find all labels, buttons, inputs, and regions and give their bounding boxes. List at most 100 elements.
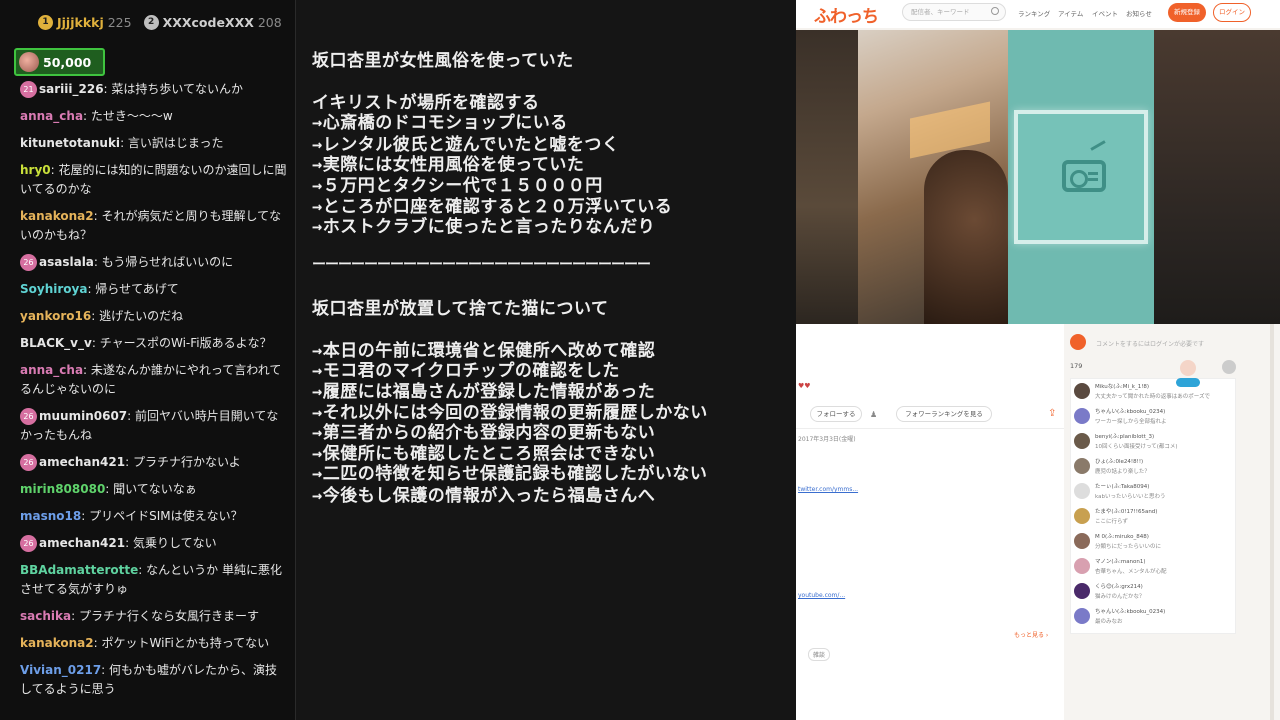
memo-line: 坂口杏里が女性風俗を使っていた [312, 51, 574, 71]
avatar[interactable] [1074, 433, 1090, 449]
leader-1[interactable]: 1 Jjjjkkkj 225 [38, 14, 132, 30]
chat-username[interactable]: hry0 [20, 163, 51, 177]
nav-news[interactable]: お知らせ [1126, 8, 1152, 18]
radio-icon [1062, 160, 1106, 192]
search-input[interactable]: 配信者、キーワード [902, 3, 1006, 21]
comment-username[interactable]: M 0(ふ:miruko_848) [1095, 532, 1149, 540]
chat-username[interactable]: kanakona2 [20, 209, 94, 223]
site-header: ふわっち 配信者、キーワード ランキング アイテム イベント お知らせ 新規登録… [796, 0, 1280, 28]
nav-items[interactable]: アイテム [1058, 8, 1083, 18]
chat-messages: 21 sariii_226: 菜は持ち歩いてないんか anna_cha: たせき〜〜… [0, 80, 295, 707]
comment-username[interactable]: ちゃんい(ふ:kbooku_0234) [1095, 607, 1165, 615]
comment-text: 分類ちにだったらいいのに [1095, 544, 1162, 550]
comment-username[interactable]: たーぃ(ふ:Taka8094) [1095, 482, 1149, 490]
follow-label: フォローする [816, 410, 856, 418]
chat-message: yankoro16: 逃げたいのだね [20, 307, 288, 326]
comment-username[interactable]: ちゃんい(ふ:kbooku_0234) [1095, 407, 1165, 415]
avatar[interactable] [1074, 558, 1090, 574]
comment-list[interactable]: Mikuな(ふ:Mi_k_1!8) 大丈夫かって聞かれた時の返事はあのポーズで ちゃ… [1070, 378, 1236, 634]
comment-item: たーぃ(ふ:Taka8094) kabいったいらいいと思わう [1071, 479, 1237, 504]
chat-username[interactable]: sachika [20, 609, 71, 623]
chat-username[interactable]: anna_cha [20, 109, 83, 123]
chat-username[interactable]: muumin0607 [39, 409, 127, 423]
hearts-icon: ♥♥ [798, 382, 811, 390]
scrollbar[interactable] [1270, 324, 1274, 720]
chat-message: 26 amechan421: プラチナ行かないよ [20, 453, 288, 472]
chat-username[interactable]: yankoro16 [20, 309, 91, 323]
radio-antenna [1090, 140, 1106, 151]
chat-username[interactable]: BBAdamatterotte [20, 563, 138, 577]
profile-link[interactable]: youtube.com/... [798, 592, 845, 599]
person-icon: ♟ [870, 410, 878, 419]
leader-name: Jjjjkkkj [57, 14, 104, 30]
comment-username[interactable]: マノン(ふ:manon1) [1095, 557, 1146, 565]
tag-chip[interactable]: 雑談 [808, 648, 831, 661]
chat-username[interactable]: sariii_226 [39, 82, 104, 96]
chat-message: masno18: プリペイドSIMは使えない？ [20, 507, 288, 526]
radio-card [1014, 110, 1148, 244]
chat-username[interactable]: kanakona2 [20, 636, 94, 650]
chat-message: 26 asaslala: もう帰らせればいいのに [20, 253, 288, 272]
chat-text: : 気乗りしてない [125, 536, 217, 550]
chat-username[interactable]: asaslala [39, 255, 94, 269]
site-logo[interactable]: ふわっち [814, 2, 879, 27]
level-badge: 26 [20, 454, 37, 471]
comment-username[interactable]: くら😊(ふ:grx214) [1095, 582, 1143, 590]
chat-text: : たせき〜〜〜w [83, 109, 173, 123]
profile-link[interactable]: twitter.com/ymms... [798, 486, 858, 493]
chat-username[interactable]: Vivian_0217 [20, 663, 101, 677]
comment-item: Mikuな(ふ:Mi_k_1!8) 大丈夫かって聞かれた時の返事はあのポーズで [1071, 379, 1237, 404]
more-link[interactable]: もっと見る › [1014, 630, 1048, 639]
chat-username[interactable]: amechan421 [39, 536, 125, 550]
comment-item: ひょ(ふ:0le24!8!!) 鹿児の話より楽した？ [1071, 454, 1237, 479]
comment-username[interactable]: benyi(ふ:planiblott_3) [1095, 432, 1154, 440]
nav-ranking[interactable]: ランキング [1018, 8, 1050, 18]
avatar[interactable] [1074, 383, 1090, 399]
gift-amount: 50,000 [43, 54, 92, 70]
level-badge: 21 [20, 81, 37, 98]
avatar[interactable] [1074, 508, 1090, 524]
avatar[interactable] [1074, 533, 1090, 549]
mascot-icon[interactable] [1176, 360, 1200, 388]
gift-banner[interactable]: 50,000 [14, 48, 105, 76]
comment-username[interactable]: Mikuな(ふ:Mi_k_1!8) [1095, 382, 1149, 390]
chat-username[interactable]: kitunetotanuki [20, 136, 120, 150]
chat-username[interactable]: anna_cha [20, 363, 83, 377]
chat-username[interactable]: masno18 [20, 509, 81, 523]
comment-item: くら😊(ふ:grx214) 猫みけのんだかな？ [1071, 579, 1237, 604]
chat-message: BLACK_v_v: チャースポのWi-Fi版あるよな？ [20, 334, 288, 353]
chat-username[interactable]: Soyhiroya [20, 282, 87, 296]
comment-item: マノン(ふ:manon1) 杏華ちゃん、メンタルが心配 [1071, 554, 1237, 579]
video-scene [858, 30, 1008, 324]
avatar[interactable] [1074, 608, 1090, 624]
video-light [910, 101, 990, 159]
login-button[interactable]: ログイン [1213, 3, 1251, 22]
comment-username[interactable]: たまや(ふ:0!17!!65and) [1095, 507, 1157, 515]
follower-ranking-button[interactable]: フォワーランキングを見る [896, 406, 992, 422]
mascot-badge [1176, 378, 1200, 387]
chat-text: : 聞いてないなぁ [105, 482, 197, 496]
share-icon[interactable]: ⇪ [1048, 408, 1056, 419]
browser-window: ふわっち 配信者、キーワード ランキング アイテム イベント お知らせ 新規登録… [796, 0, 1280, 720]
divider [796, 428, 1064, 429]
avatar[interactable] [1074, 583, 1090, 599]
rank-1-badge: 1 [38, 14, 53, 30]
follow-button[interactable]: フォローする [810, 406, 862, 422]
rank-2-badge: 2 [143, 14, 159, 30]
comment-item: ちゃんい(ふ:kbooku_0234) ワーカー探しから全部指れよ [1071, 404, 1237, 429]
video-player[interactable] [796, 30, 1280, 324]
chat-username[interactable]: BLACK_v_v [20, 336, 92, 350]
register-button[interactable]: 新規登録 [1168, 3, 1206, 22]
send-icon[interactable] [1222, 360, 1236, 374]
search-icon[interactable] [991, 7, 999, 15]
avatar[interactable] [1074, 408, 1090, 424]
chat-username[interactable]: amechan421 [39, 455, 125, 469]
comment-input[interactable]: コメントをするにはログインが必要です [1070, 334, 1270, 352]
chat-username[interactable]: mirin808080 [20, 482, 105, 496]
avatar[interactable] [1074, 483, 1090, 499]
nav-events[interactable]: イベント [1092, 8, 1118, 18]
leader-2[interactable]: 2 XXXcodeXXX 208 [143, 14, 282, 30]
comment-text: 猫みけのんだかな？ [1095, 594, 1145, 600]
comment-username[interactable]: ひょ(ふ:0le24!8!!) [1095, 457, 1143, 465]
avatar[interactable] [1074, 458, 1090, 474]
